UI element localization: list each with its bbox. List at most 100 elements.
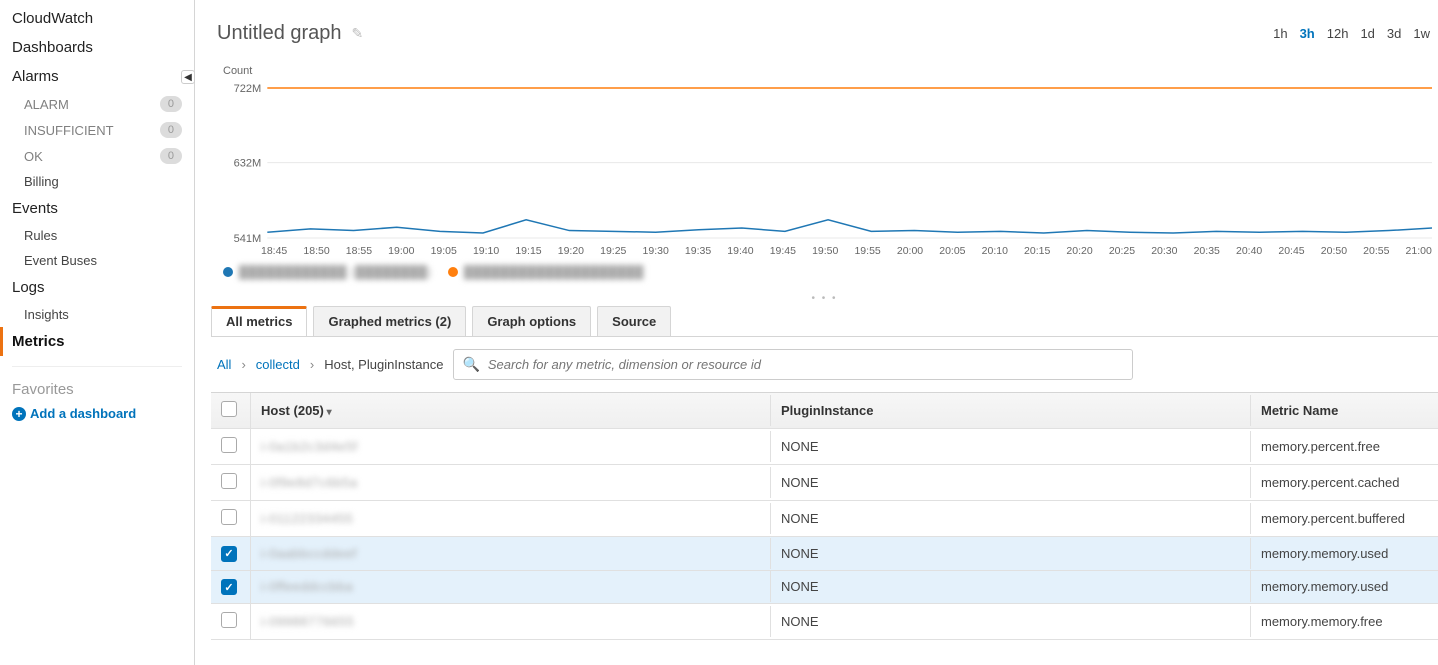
nav-insights[interactable]: Insights — [12, 302, 194, 327]
row-checkbox[interactable] — [221, 612, 237, 628]
nav-events[interactable]: Events — [12, 194, 194, 223]
nav-event-buses[interactable]: Event Buses — [12, 248, 194, 273]
crumb-all[interactable]: All — [217, 357, 231, 372]
cell-host: i-01122334455 — [251, 503, 771, 534]
chart-legend: ████████████ (████████) █████████████████… — [217, 257, 1432, 287]
tab-all-metrics[interactable]: All metrics — [211, 306, 307, 336]
table-row[interactable]: ✓ i-0aabbccddeef NONE memory.memory.used — [211, 537, 1438, 571]
x-tick: 19:20 — [558, 245, 584, 257]
col-metric-name[interactable]: Metric Name — [1251, 395, 1438, 426]
sidebar-collapse-button[interactable]: ◀ — [181, 70, 195, 84]
x-tick: 20:45 — [1278, 245, 1304, 257]
row-checkbox[interactable]: ✓ — [221, 579, 237, 595]
x-tick: 20:30 — [1151, 245, 1177, 257]
cell-plugin-instance: NONE — [771, 431, 1251, 462]
x-tick: 18:55 — [346, 245, 372, 257]
row-checkbox[interactable] — [221, 437, 237, 453]
chart-canvas[interactable]: 722M 632M 541M — [223, 83, 1432, 243]
svg-text:541M: 541M — [234, 233, 262, 243]
x-tick: 19:25 — [600, 245, 626, 257]
tab-graph-options[interactable]: Graph options — [472, 306, 591, 336]
nav-alarm-insufficient[interactable]: INSUFFICIENT0 — [12, 117, 194, 143]
chevron-right-icon: › — [241, 357, 245, 372]
x-tick: 18:50 — [303, 245, 329, 257]
row-checkbox[interactable] — [221, 509, 237, 525]
row-checkbox[interactable]: ✓ — [221, 546, 237, 562]
tab-graphed-metrics-2-[interactable]: Graphed metrics (2) — [313, 306, 466, 336]
cell-metric-name: memory.memory.free — [1251, 606, 1438, 637]
select-all-checkbox[interactable] — [221, 401, 237, 417]
time-range-1d[interactable]: 1d — [1360, 26, 1374, 41]
row-checkbox-cell: ✓ — [211, 571, 251, 604]
row-checkbox-cell: ✓ — [211, 537, 251, 570]
x-tick: 19:00 — [388, 245, 414, 257]
table-row[interactable]: ✓ i-0ffeeddccbba NONE memory.memory.used — [211, 571, 1438, 605]
cell-host: i-0a1b2c3d4e5f — [251, 431, 771, 462]
x-tick: 19:15 — [515, 245, 541, 257]
add-dashboard-link[interactable]: + Add a dashboard — [12, 402, 194, 425]
tab-source[interactable]: Source — [597, 306, 671, 336]
edit-title-icon[interactable]: ✎ — [352, 25, 364, 42]
nav-alarm-ok[interactable]: OK0 — [12, 143, 194, 169]
cell-plugin-instance: NONE — [771, 503, 1251, 534]
table-row[interactable]: i-09988776655 NONE memory.memory.free — [211, 604, 1438, 640]
nav-cloudwatch[interactable]: CloudWatch — [12, 4, 194, 33]
cell-metric-name: memory.percent.free — [1251, 431, 1438, 462]
main-panel: Untitled graph ✎ 1h3h12h1d3d1w Count 722… — [195, 0, 1438, 665]
nav-billing[interactable]: Billing — [12, 169, 194, 194]
nav-alarms[interactable]: Alarms — [12, 62, 194, 91]
x-tick: 20:35 — [1194, 245, 1220, 257]
time-range-1h[interactable]: 1h — [1273, 26, 1287, 41]
nav-logs[interactable]: Logs — [12, 273, 194, 302]
x-tick: 19:05 — [431, 245, 457, 257]
row-checkbox[interactable] — [221, 473, 237, 489]
time-range-12h[interactable]: 12h — [1327, 26, 1349, 41]
table-row[interactable]: i-0a1b2c3d4e5f NONE memory.percent.free — [211, 429, 1438, 465]
table-row[interactable]: i-0f9e8d7c6b5a NONE memory.percent.cache… — [211, 465, 1438, 501]
time-range-3d[interactable]: 3d — [1387, 26, 1401, 41]
time-range-3h[interactable]: 3h — [1300, 26, 1315, 41]
cell-metric-name: memory.percent.cached — [1251, 467, 1438, 498]
legend-item[interactable]: ████████████████████ — [448, 265, 644, 279]
cell-plugin-instance: NONE — [771, 538, 1251, 569]
cell-host: i-0aabbccddeef — [251, 538, 771, 569]
badge: 0 — [160, 148, 182, 164]
divider — [12, 366, 182, 367]
crumb-current: Host, PluginInstance — [324, 357, 443, 372]
x-tick: 19:40 — [727, 245, 753, 257]
legend-color-icon — [223, 267, 233, 277]
x-tick: 19:30 — [643, 245, 669, 257]
legend-label: ████████████ (████████) — [239, 265, 432, 279]
legend-item[interactable]: ████████████ (████████) — [223, 265, 432, 279]
row-checkbox-cell — [211, 465, 251, 500]
time-range-1w[interactable]: 1w — [1413, 26, 1430, 41]
graph-title: Untitled graph ✎ — [217, 22, 363, 45]
nav-rules[interactable]: Rules — [12, 223, 194, 248]
x-tick: 20:55 — [1363, 245, 1389, 257]
cell-metric-name: memory.percent.buffered — [1251, 503, 1438, 534]
crumb-namespace[interactable]: collectd — [256, 357, 300, 372]
x-tick: 20:20 — [1066, 245, 1092, 257]
x-tick: 21:00 — [1406, 245, 1432, 257]
time-range-selector: 1h 3h 12h 1d 3d 1w — [1273, 26, 1430, 41]
metric-search-box[interactable]: 🔍 — [453, 349, 1133, 380]
nav-metrics[interactable]: Metrics — [0, 327, 194, 356]
row-checkbox-cell — [211, 604, 251, 639]
sidebar: CloudWatch Dashboards Alarms ALARM0 INSU… — [0, 0, 195, 665]
panel-resize-handle[interactable]: • • • — [211, 291, 1438, 304]
svg-text:632M: 632M — [234, 158, 262, 170]
x-tick: 19:35 — [685, 245, 711, 257]
metrics-tabs: All metricsGraphed metrics (2)Graph opti… — [211, 306, 1438, 337]
metric-search-input[interactable] — [484, 354, 1125, 375]
svg-text:722M: 722M — [234, 83, 262, 95]
col-host[interactable]: Host (205) — [251, 395, 771, 426]
x-tick: 20:05 — [939, 245, 965, 257]
cell-metric-name: memory.memory.used — [1251, 538, 1438, 569]
search-icon: 🔍 — [462, 356, 479, 373]
col-plugin-instance[interactable]: PluginInstance — [771, 395, 1251, 426]
x-tick: 20:00 — [897, 245, 923, 257]
table-row[interactable]: i-01122334455 NONE memory.percent.buffer… — [211, 501, 1438, 537]
nav-dashboards[interactable]: Dashboards — [12, 33, 194, 62]
badge: 0 — [160, 122, 182, 138]
nav-alarm-alarm[interactable]: ALARM0 — [12, 91, 194, 117]
